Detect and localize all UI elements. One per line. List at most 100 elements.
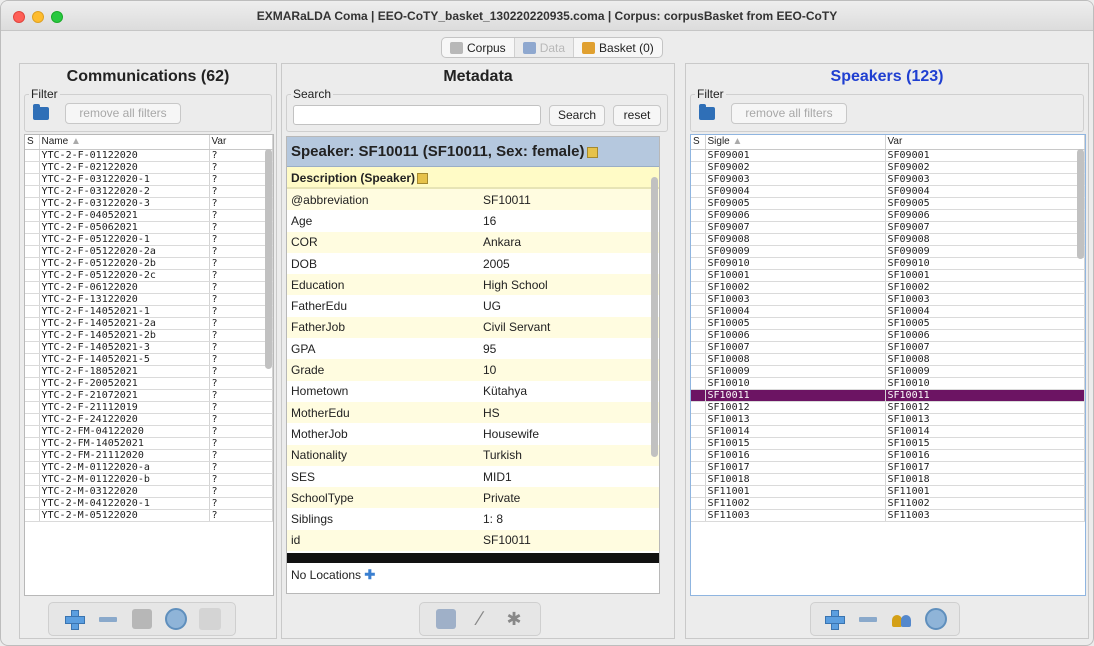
- table-row[interactable]: SF10012 SF10012: [691, 401, 1085, 414]
- table-row[interactable]: YTC-2-F-01122020?: [25, 149, 273, 162]
- table-row[interactable]: YTC-2-FM-14052021?: [25, 437, 273, 450]
- metadata-row[interactable]: SES MID1: [287, 465, 659, 488]
- table-row[interactable]: SF09003 SF09003: [691, 173, 1085, 186]
- column-sigle[interactable]: Sigle ▲: [705, 135, 886, 150]
- metadata-row[interactable]: FatherJob Civil Servant: [287, 316, 659, 339]
- speakers-scrollbar[interactable]: [1077, 149, 1084, 259]
- table-row[interactable]: SF10005 SF10005: [691, 317, 1085, 330]
- metadata-row[interactable]: Siblings 1: 8: [287, 508, 659, 530]
- table-row[interactable]: YTC-2-F-03122020-2?: [25, 185, 273, 198]
- column-name[interactable]: Name ▲: [39, 135, 210, 150]
- table-row[interactable]: YTC-2-F-14052021-2b?: [25, 329, 273, 342]
- table-row[interactable]: SF10015 SF10015: [691, 437, 1085, 450]
- table-row[interactable]: YTC-2-F-03122020-1?: [25, 173, 273, 186]
- search-files-button[interactable]: [434, 607, 458, 631]
- table-row[interactable]: YTC-2-M-03122020?: [25, 485, 273, 498]
- metadata-row[interactable]: Hometown Kütahya: [287, 380, 659, 402]
- metadata-scrollbar[interactable]: [651, 177, 658, 457]
- table-row[interactable]: SF09010 SF09010: [691, 257, 1085, 270]
- edit-icon[interactable]: [586, 146, 598, 158]
- link-button[interactable]: ∕: [468, 607, 492, 631]
- table-row[interactable]: SF10011 SF10011: [691, 389, 1085, 402]
- table-row[interactable]: SF10006 SF10006: [691, 329, 1085, 342]
- folder-icon-speakers[interactable]: [699, 104, 715, 120]
- table-row[interactable]: SF10004 SF10004: [691, 305, 1085, 318]
- table-row[interactable]: YTC-2-F-04052021?: [25, 209, 273, 222]
- table-row[interactable]: YTC-2-F-05122020-1?: [25, 233, 273, 246]
- table-row[interactable]: SF10003 SF10003: [691, 293, 1085, 306]
- table-row[interactable]: SF10014 SF10014: [691, 425, 1085, 438]
- communications-scrollbar[interactable]: [265, 149, 272, 369]
- metadata-row[interactable]: SchoolType Private: [287, 487, 659, 509]
- table-row[interactable]: SF10017 SF10017: [691, 461, 1085, 474]
- metadata-row[interactable]: COR Ankara: [287, 231, 659, 253]
- metadata-row[interactable]: MotherEdu HS: [287, 401, 659, 424]
- search-button[interactable]: Search: [549, 105, 605, 126]
- add-location-icon[interactable]: ✚: [364, 563, 375, 587]
- table-row[interactable]: SF09004 SF09004: [691, 185, 1085, 198]
- table-row[interactable]: SF09009 SF09009: [691, 245, 1085, 258]
- remove-all-filters-button[interactable]: remove all filters: [65, 103, 181, 124]
- edit-description-icon[interactable]: [417, 173, 429, 185]
- delete-button[interactable]: [198, 607, 222, 631]
- tab-corpus[interactable]: Corpus: [442, 38, 515, 57]
- table-row[interactable]: YTC-2-F-18052021?: [25, 365, 273, 378]
- table-row[interactable]: YTC-2-FM-04122020?: [25, 425, 273, 438]
- table-row[interactable]: SF10016 SF10016: [691, 449, 1085, 462]
- metadata-row[interactable]: DOB 2005: [287, 252, 659, 275]
- add-speaker-button[interactable]: [822, 607, 846, 631]
- assign-button[interactable]: [130, 607, 154, 631]
- column-s-speakers[interactable]: S: [691, 135, 706, 150]
- table-row[interactable]: YTC-2-FM-21112020?: [25, 449, 273, 462]
- add-speaker-to-basket-button[interactable]: [924, 607, 948, 631]
- metadata-row[interactable]: Education High School: [287, 274, 659, 296]
- tab-data[interactable]: Data: [514, 38, 575, 57]
- metadata-row[interactable]: GPA 95: [287, 338, 659, 360]
- table-row[interactable]: SF11002 SF11002: [691, 497, 1085, 510]
- table-row[interactable]: YTC-2-F-14052021-3?: [25, 341, 273, 354]
- table-row[interactable]: YTC-2-F-06122020?: [25, 281, 273, 294]
- table-row[interactable]: SF09007 SF09007: [691, 221, 1085, 234]
- table-row[interactable]: YTC-2-M-05122020?: [25, 509, 273, 522]
- metadata-row[interactable]: MotherJob Housewife: [287, 423, 659, 445]
- table-row[interactable]: SF10008 SF10008: [691, 353, 1085, 366]
- metadata-row[interactable]: id SF10011: [287, 529, 659, 552]
- column-var[interactable]: Var: [209, 135, 273, 150]
- table-row[interactable]: YTC-2-M-01122020-a?: [25, 461, 273, 474]
- table-row[interactable]: YTC-2-F-05122020-2c?: [25, 269, 273, 282]
- reset-button[interactable]: reset: [613, 105, 661, 126]
- table-row[interactable]: YTC-2-F-02122020?: [25, 161, 273, 174]
- table-row[interactable]: YTC-2-F-21072021?: [25, 389, 273, 402]
- metadata-row[interactable]: FatherEdu UG: [287, 295, 659, 317]
- table-row[interactable]: YTC-2-F-03122020-3?: [25, 197, 273, 210]
- table-row[interactable]: YTC-2-F-20052021?: [25, 377, 273, 390]
- folder-icon[interactable]: [33, 104, 49, 120]
- table-row[interactable]: SF11001 SF11001: [691, 485, 1085, 498]
- table-row[interactable]: YTC-2-F-05062021?: [25, 221, 273, 234]
- table-row[interactable]: SF10018 SF10018: [691, 473, 1085, 486]
- search-input[interactable]: [293, 105, 541, 125]
- table-row[interactable]: YTC-2-M-04122020-1?: [25, 497, 273, 510]
- add-communication-button[interactable]: [62, 607, 86, 631]
- table-row[interactable]: YTC-2-F-14052021-5?: [25, 353, 273, 366]
- table-row[interactable]: SF10009 SF10009: [691, 365, 1085, 378]
- remove-speaker-button[interactable]: [856, 607, 880, 631]
- add-to-basket-button[interactable]: [164, 607, 188, 631]
- remove-all-filters-speakers-button[interactable]: remove all filters: [731, 103, 847, 124]
- table-row[interactable]: YTC-2-F-05122020-2b?: [25, 257, 273, 270]
- table-row[interactable]: YTC-2-M-01122020-b?: [25, 473, 273, 486]
- table-row[interactable]: SF09006 SF09006: [691, 209, 1085, 222]
- metadata-row[interactable]: @abbreviation SF10011: [287, 189, 659, 211]
- remove-communication-button[interactable]: [96, 607, 120, 631]
- table-row[interactable]: YTC-2-F-13122020?: [25, 293, 273, 306]
- tab-basket[interactable]: Basket (0): [574, 38, 662, 57]
- table-row[interactable]: YTC-2-F-24122020?: [25, 413, 273, 426]
- table-row[interactable]: SF10001 SF10001: [691, 269, 1085, 282]
- table-row[interactable]: SF09005 SF09005: [691, 197, 1085, 210]
- table-row[interactable]: SF09002 SF09002: [691, 161, 1085, 174]
- assign-speakers-button[interactable]: [890, 607, 914, 631]
- metadata-row[interactable]: Age 16: [287, 210, 659, 232]
- column-var-speakers[interactable]: Var: [885, 135, 1085, 150]
- metadata-row[interactable]: Nationality Turkish: [287, 444, 659, 466]
- table-row[interactable]: SF11003 SF11003: [691, 509, 1085, 522]
